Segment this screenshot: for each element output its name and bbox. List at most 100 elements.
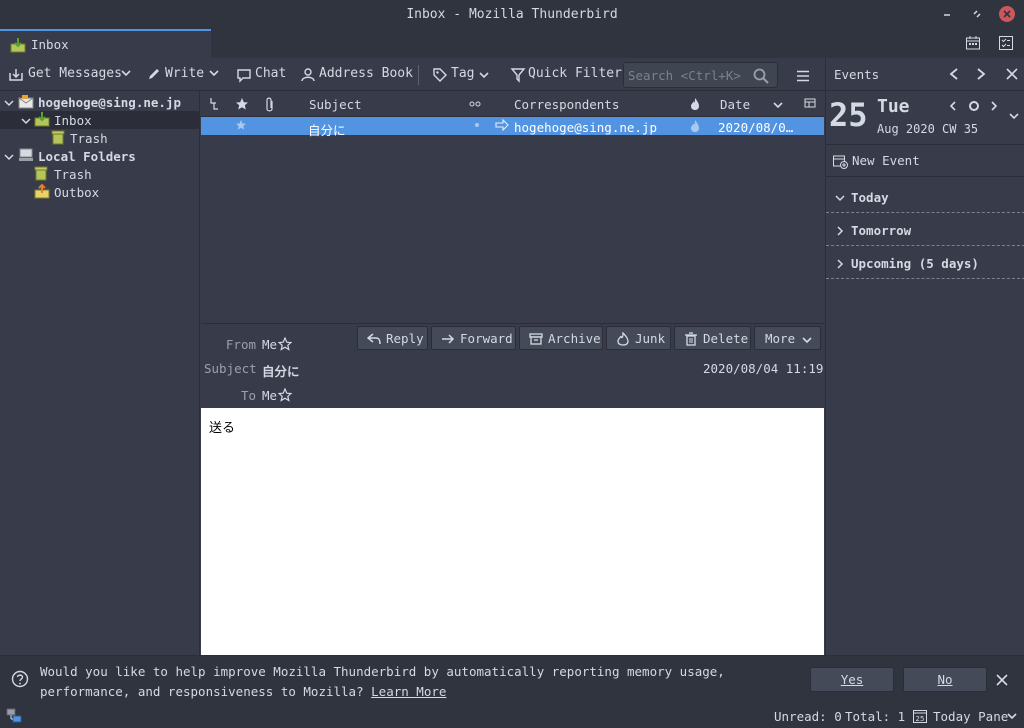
archive-icon	[529, 333, 543, 345]
today-circle-icon[interactable]	[967, 99, 981, 113]
minimize-button[interactable]	[939, 6, 955, 22]
get-messages-button[interactable]: Get Messages	[8, 65, 122, 85]
read-status-column[interactable]	[469, 99, 481, 109]
section-tomorrow[interactable]: Tomorrow	[826, 213, 1024, 246]
mail-toolbar: Get Messages Write Chat Address Book Tag…	[0, 58, 825, 91]
star-outline-icon[interactable]	[278, 337, 292, 351]
no-button[interactable]: No	[903, 667, 987, 692]
delete-button[interactable]: Delete	[674, 326, 751, 350]
quick-filter-button[interactable]: Quick Filter	[510, 65, 622, 85]
app-menu-button[interactable]	[795, 66, 811, 86]
write-dropdown[interactable]	[208, 65, 222, 85]
section-today[interactable]: Today	[826, 180, 1024, 213]
chevron-down-icon[interactable]	[21, 116, 31, 126]
read-status-dot[interactable]	[474, 122, 480, 128]
message-date-value: 2020/08/04 11:19	[703, 361, 824, 376]
maximize-button[interactable]	[969, 6, 985, 22]
trash-icon	[51, 130, 65, 145]
search-input[interactable]	[628, 66, 748, 84]
tag-button[interactable]: Tag	[432, 65, 490, 85]
thread-column-picker[interactable]	[209, 97, 219, 111]
month-info: Aug 2020 CW 35	[877, 122, 979, 136]
folder-inbox-trash[interactable]: Trash	[0, 129, 200, 147]
today-pane-toggle[interactable]: 25 Today Pane	[910, 706, 1020, 726]
search-icon[interactable]	[752, 67, 770, 85]
notification-text: Would you like to help improve Mozilla T…	[40, 664, 725, 699]
read-status-icon	[469, 101, 481, 107]
folder-account[interactable]: hogehoge@sing.ne.jp	[0, 93, 200, 111]
message-body[interactable]: 送る	[201, 408, 824, 655]
hamburger-menu-icon	[797, 70, 809, 82]
to-value[interactable]: Me	[262, 388, 277, 403]
column-picker-button[interactable]	[804, 97, 816, 109]
arrow-right-icon	[495, 119, 509, 131]
chevron-right-icon[interactable]	[989, 100, 999, 112]
mail-account-icon	[18, 95, 34, 109]
attachment-column[interactable]	[264, 97, 276, 113]
reply-button[interactable]: Reply	[357, 326, 428, 350]
chevron-right-icon[interactable]	[975, 67, 987, 81]
chat-button[interactable]: Chat	[236, 65, 286, 85]
more-button[interactable]: More	[754, 326, 821, 350]
forward-button[interactable]: Forward	[431, 326, 516, 350]
thread-icon	[210, 98, 218, 110]
new-event-button[interactable]: New Event	[826, 144, 1024, 177]
column-picker-icon	[804, 98, 816, 108]
today-pane-header: Events	[826, 58, 1024, 91]
correspondents-column-header[interactable]: Correspondents	[514, 97, 619, 112]
trash-icon	[34, 166, 48, 181]
to-label: To	[240, 388, 256, 403]
star-toggle[interactable]	[235, 119, 247, 131]
sort-chevron[interactable]	[772, 99, 784, 111]
junk-status[interactable]	[690, 119, 700, 133]
folder-inbox[interactable]: Inbox	[0, 111, 200, 129]
subject-column-header[interactable]: Subject	[309, 97, 362, 112]
address-book-button[interactable]: Address Book	[300, 65, 413, 85]
calendar-tab-icon[interactable]	[965, 35, 981, 51]
chevron-down-icon[interactable]	[4, 152, 14, 162]
yes-button[interactable]: Yes	[810, 667, 894, 692]
folder-local-trash[interactable]: Trash	[0, 165, 200, 183]
svg-text:25: 25	[916, 715, 925, 723]
total-count: Total: 1	[845, 709, 906, 724]
chevron-down-icon[interactable]	[4, 98, 14, 108]
chevron-right-icon	[837, 226, 844, 236]
sent-arrow	[495, 119, 509, 131]
star-column[interactable]	[235, 97, 249, 111]
write-button[interactable]: Write	[147, 65, 204, 85]
inbox-icon	[10, 38, 26, 53]
online-status-icon[interactable]	[6, 708, 22, 724]
close-icon[interactable]	[1005, 67, 1019, 81]
chevron-down-icon[interactable]	[1008, 110, 1020, 122]
computer-icon	[19, 148, 33, 161]
folder-local-folders[interactable]: Local Folders	[0, 147, 200, 165]
trash-icon	[685, 332, 697, 346]
filter-icon	[510, 68, 526, 83]
message-row[interactable]: 自分に hogehoge@sing.ne.jp 2020/08/0…	[201, 117, 824, 138]
unread-count: Unread: 0	[774, 709, 842, 724]
archive-button[interactable]: Archive	[519, 326, 603, 350]
junk-column[interactable]	[690, 97, 700, 111]
learn-more-link[interactable]: Learn More	[371, 684, 446, 699]
chevron-left-icon[interactable]	[948, 67, 960, 81]
date-column-header[interactable]: Date	[720, 97, 750, 112]
get-messages-dropdown[interactable]	[120, 65, 134, 85]
star-outline-icon[interactable]	[278, 388, 292, 402]
folder-outbox[interactable]: Outbox	[0, 183, 200, 201]
chevron-down-icon	[1007, 713, 1017, 720]
section-upcoming[interactable]: Upcoming (5 days)	[826, 246, 1024, 279]
close-window-button[interactable]	[999, 6, 1015, 22]
search-field[interactable]	[623, 62, 778, 88]
forward-icon	[442, 334, 455, 344]
tasks-tab-icon[interactable]	[998, 35, 1014, 51]
toolbar-separator	[418, 65, 419, 85]
thread-column-header: Subject Correspondents Date	[201, 91, 824, 117]
thread-pane: Subject Correspondents Date 自分に hogehoge…	[201, 91, 824, 323]
close-icon[interactable]	[995, 673, 1009, 687]
chevron-left-icon[interactable]	[948, 100, 958, 112]
flame-icon	[691, 98, 699, 110]
junk-button[interactable]: Junk	[606, 326, 671, 350]
from-value[interactable]: Me	[262, 337, 277, 352]
new-event-icon	[833, 155, 848, 169]
tab-inbox[interactable]: Inbox	[0, 29, 211, 58]
